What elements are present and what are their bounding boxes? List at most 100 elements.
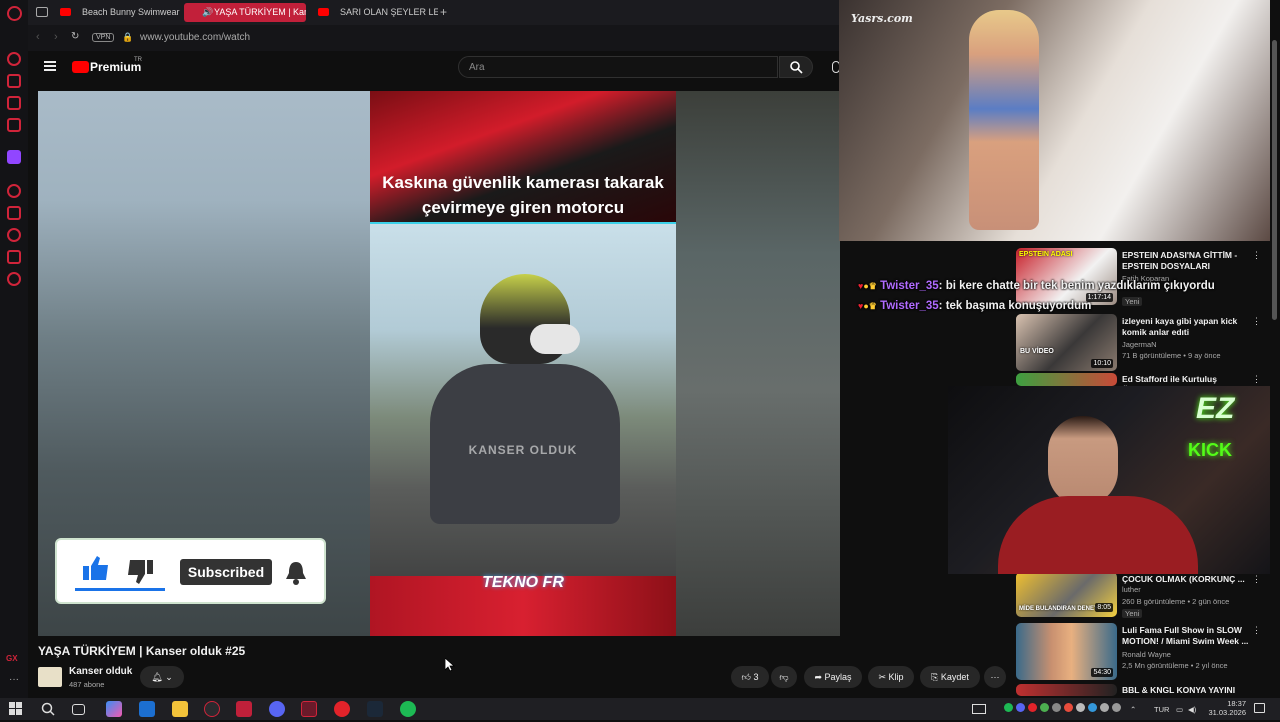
bookmarks-icon[interactable] (7, 206, 21, 220)
recommendation-channel[interactable]: JagermaN (1122, 340, 1157, 349)
video-thumbnail[interactable] (1016, 373, 1117, 386)
recommendation-title[interactable]: izleyeni kaya gibi yapan kick komik anla… (1122, 316, 1250, 338)
app-tray-icon[interactable] (1076, 703, 1085, 712)
windows-start-icon[interactable] (8, 701, 24, 717)
chevron-up-icon[interactable]: ⌃ (1130, 705, 1136, 714)
recommendation-item[interactable]: BU VİDEO 10:10 izleyeni kaya gibi yapan … (1016, 314, 1266, 371)
forward-icon[interactable]: › (54, 31, 58, 43)
channel-name[interactable]: Kanser olduk (69, 666, 132, 677)
voice-app-icon[interactable] (236, 701, 252, 717)
outlook-icon[interactable] (139, 701, 155, 717)
vpn-badge[interactable]: VPN (92, 33, 115, 42)
recommendation-item[interactable]: BBL & KNGL KONYA YAYINI (1016, 684, 1266, 696)
notification-bell-button[interactable]: 🔔︎ ⌄ (140, 666, 184, 688)
more-actions-button[interactable]: ··· (984, 666, 1006, 688)
channel-avatar[interactable] (38, 667, 62, 687)
task-view-icon[interactable] (72, 704, 85, 715)
recommendation-item[interactable]: Ed Stafford ile Kurtuluş Öyküleri ⋮ (1016, 373, 1266, 395)
search-icon[interactable] (40, 701, 56, 717)
network-icon[interactable]: ▭ (1176, 705, 1183, 714)
dislike-button[interactable]: 👎︎ (771, 666, 797, 688)
reload-icon[interactable]: ↻ (71, 31, 79, 42)
opera-icon[interactable] (334, 701, 350, 717)
clock[interactable]: 18:37 31.03.2026 (1206, 699, 1246, 717)
video-thumbnail[interactable]: MİDE BULANDIRAN DENEY 8:05 (1016, 572, 1117, 617)
copilot-icon[interactable] (106, 701, 122, 717)
extensions-icon[interactable] (7, 250, 21, 264)
spotify-tray-icon[interactable] (1004, 703, 1013, 712)
steam-icon[interactable] (367, 701, 383, 717)
gx-corner-icon[interactable]: GX (6, 654, 18, 663)
app-tray-icon[interactable] (1040, 703, 1049, 712)
video-caption: Kaskına güvenlik kamerası takarak çevirm… (382, 173, 664, 217)
mic-tray-icon[interactable] (1100, 703, 1109, 712)
more-options-icon[interactable]: ⋮ (1252, 574, 1261, 585)
opera-gx-icon[interactable] (204, 701, 220, 717)
history-icon[interactable] (7, 228, 21, 242)
new-badge: Yeni (1122, 297, 1143, 306)
recommendation-item[interactable]: 54:30 Luli Fama Full Show in SLOW MOTION… (1016, 623, 1266, 680)
opera-window-active-icon[interactable] (301, 701, 317, 717)
tab-beach-bunny[interactable]: Beach Bunny Swimwear Fu (52, 3, 180, 22)
save-button[interactable]: ⎘ Kaydet (920, 666, 980, 688)
recommendation-channel[interactable]: luther (1122, 585, 1141, 594)
youtube-logo-icon[interactable] (72, 61, 89, 73)
search-input[interactable]: Ara (458, 56, 778, 78)
scrollbar-thumb[interactable] (1272, 40, 1277, 320)
player-icon[interactable] (7, 184, 21, 198)
new-tab-button[interactable]: + (440, 5, 447, 19)
tab-yasa-turkiyem[interactable]: 🔊 YAŞA TÜRKİYEM | Kan (184, 3, 306, 22)
settings-icon[interactable] (7, 272, 21, 286)
video-thumbnail[interactable]: BU VİDEO 10:10 (1016, 314, 1117, 371)
speaker-icon: 🔊 (202, 7, 214, 17)
discord-tray-icon[interactable] (1016, 703, 1025, 712)
like-button[interactable]: 👍︎ 3 (731, 666, 769, 688)
more-icon[interactable]: ··· (9, 674, 19, 685)
more-options-icon[interactable]: ⋮ (1252, 374, 1261, 385)
more-options-icon[interactable]: ⋮ (1252, 250, 1261, 261)
clip-button[interactable]: ✂ Klip (868, 666, 914, 688)
video-thumbnail[interactable]: 54:30 (1016, 623, 1117, 680)
app-tray-icon[interactable] (1064, 703, 1073, 712)
instagram-icon[interactable] (7, 118, 21, 132)
scrollbar-track[interactable] (1270, 0, 1280, 698)
workspaces-icon[interactable] (36, 7, 48, 17)
video-thumbnail[interactable]: EPSTEIN ADASI 1:17:14 (1016, 248, 1117, 305)
opera-tray-icon[interactable] (1028, 703, 1037, 712)
recommendation-channel[interactable]: Ronald Wayne (1122, 650, 1171, 659)
recommendation-item[interactable]: EPSTEIN ADASI 1:17:14 EPSTEIN ADASI'NA G… (1016, 248, 1266, 306)
recommendation-item[interactable]: MİDE BULANDIRAN DENEY 8:05 ÇOCUK OLMAK (… (1016, 572, 1266, 618)
twitch-icon[interactable] (7, 150, 21, 164)
usb-tray-icon[interactable] (1112, 703, 1121, 712)
file-explorer-icon[interactable] (172, 701, 188, 717)
menu-icon[interactable] (44, 61, 56, 71)
recommendation-title[interactable]: EPSTEIN ADASI'NA GİTTİM - EPSTEIN DOSYAL… (1122, 250, 1250, 272)
discord-icon[interactable] (269, 701, 285, 717)
url-field[interactable]: www.youtube.com/watch (140, 32, 250, 43)
volume-icon[interactable]: ◀) (1188, 705, 1196, 714)
more-options-icon[interactable]: ⋮ (1252, 625, 1261, 636)
tab-sari-olan[interactable]: SARI OLAN ŞEYLER LEZZE (310, 3, 438, 22)
recommendation-title[interactable]: ÇOCUK OLMAK (KORKUNÇ ... (1122, 574, 1250, 585)
notification-center-icon[interactable] (1254, 703, 1265, 713)
opera-logo-icon[interactable] (7, 6, 22, 21)
search-button[interactable] (779, 56, 813, 78)
app-tray-icon[interactable] (1052, 703, 1061, 712)
share-button[interactable]: ➦ Paylaş (804, 666, 862, 688)
streamer-shirt-shape (998, 496, 1198, 574)
ai-tools-icon[interactable] (7, 74, 21, 88)
messenger-icon[interactable] (7, 96, 21, 110)
back-icon[interactable]: ‹ (36, 31, 40, 43)
app-tray-icon[interactable] (1088, 703, 1097, 712)
spotify-icon[interactable] (400, 701, 416, 717)
recommendation-title[interactable]: Luli Fama Full Show in SLOW MOTION! / Mi… (1122, 625, 1250, 647)
more-options-icon[interactable]: ⋮ (1252, 316, 1261, 327)
video-thumbnail[interactable] (1016, 684, 1117, 696)
keyboard-icon[interactable] (972, 704, 986, 714)
recommendation-title[interactable]: BBL & KNGL KONYA YAYINI (1122, 685, 1250, 696)
aria-icon[interactable] (7, 52, 21, 66)
tekno-fr-overlay: TEKNO FR (482, 574, 564, 591)
thumbs-down-icon (128, 560, 153, 584)
chat-text: : tek başıma konuşuyordum (938, 300, 1092, 312)
language-indicator[interactable]: TUR (1154, 705, 1169, 714)
